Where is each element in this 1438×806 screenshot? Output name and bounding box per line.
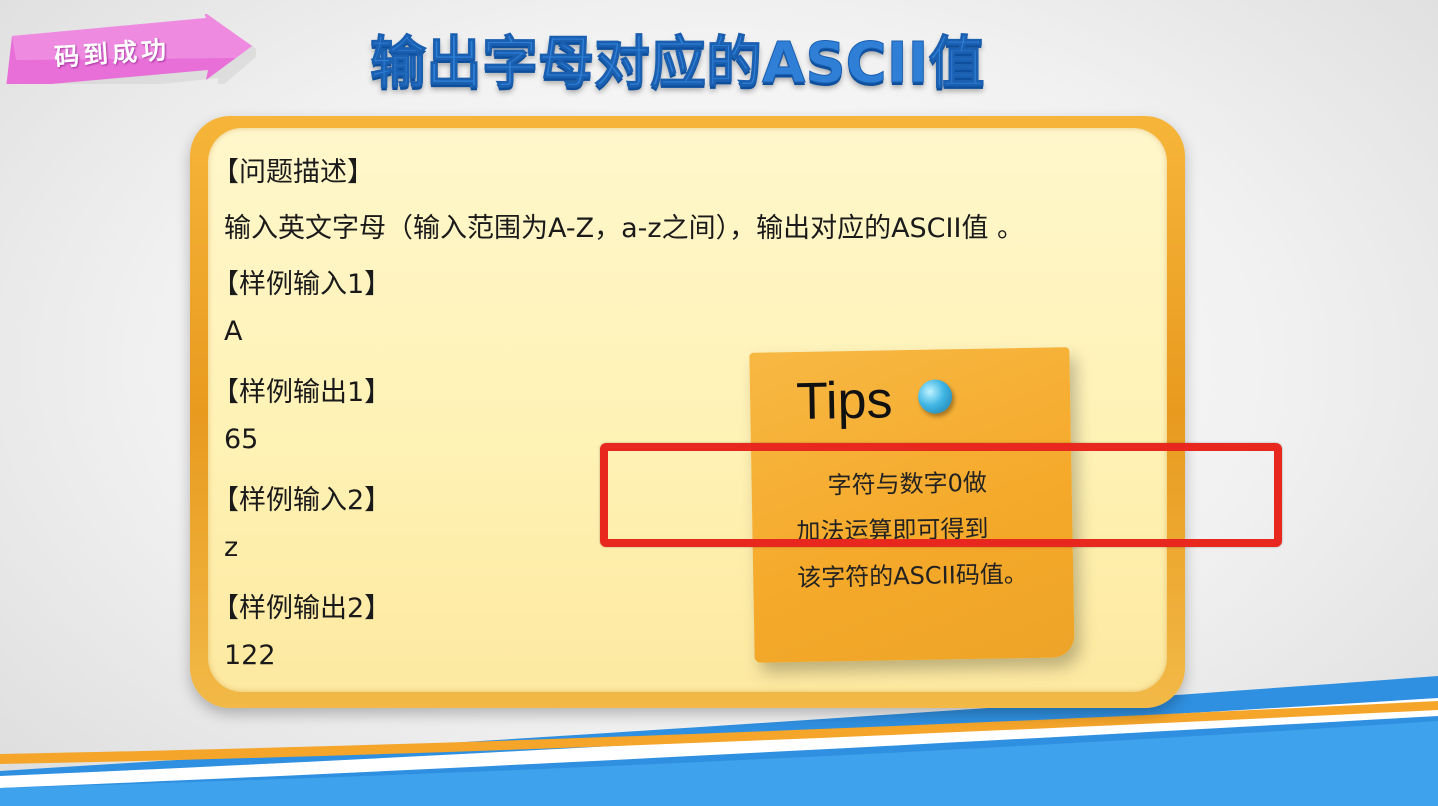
sample-value: 65	[224, 424, 259, 455]
sample-value: 122	[224, 640, 276, 671]
sample-label: 【样例输入2】	[212, 485, 392, 516]
sample-label: 【样例输出1】	[212, 377, 392, 408]
brand-badge: 码到成功	[6, 14, 256, 84]
problem-heading: 【问题描述】	[212, 157, 374, 188]
sample-label: 【样例输入1】	[212, 269, 392, 300]
tips-line: 该字符的ASCII码值。	[797, 559, 1029, 593]
highlight-box	[600, 443, 1282, 547]
slide: 码到成功 输出字母对应的ASCII值 【问题描述】 输入英文字母（输入范围为A-…	[0, 0, 1438, 806]
page-title: 输出字母对应的ASCII值	[370, 31, 985, 97]
sample-value: A	[224, 316, 243, 347]
sample-value: z	[224, 532, 239, 563]
problem-description: 输入英文字母（输入范围为A-Z，a-z之间），输出对应的ASCII值 。	[224, 213, 1025, 244]
sample-label: 【样例输出2】	[212, 593, 392, 624]
tips-title: Tips	[795, 371, 893, 432]
